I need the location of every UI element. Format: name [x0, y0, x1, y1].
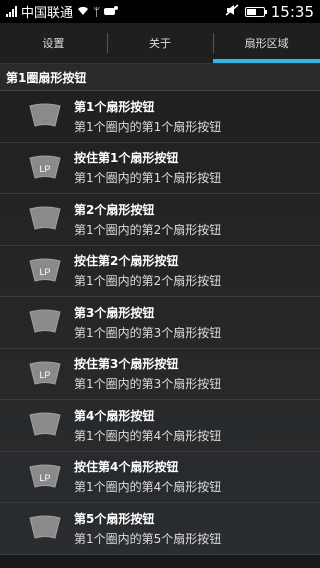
item-title: 按住第3个扇形按钮 [74, 357, 179, 372]
item-text: 第2个扇形按钮第1个圈内的第2个扇形按钮 [74, 201, 221, 238]
item-title: 第1个扇形按钮 [74, 99, 155, 114]
item-title: 按住第4个扇形按钮 [74, 460, 179, 475]
list-item[interactable]: 第3个扇形按钮第1个圈内的第3个扇形按钮 [0, 297, 320, 349]
item-subtitle: 第1个圈内的第4个扇形按钮 [74, 480, 222, 495]
item-title: 第5个扇形按钮 [74, 511, 155, 526]
item-text: 按住第1个扇形按钮第1个圈内的第1个扇形按钮 [74, 149, 221, 186]
tab-sector-area[interactable]: 扇形区域 [213, 23, 320, 63]
section-title: 第1圈扇形按钮 [6, 70, 87, 85]
item-subtitle: 第1个圈内的第2个扇形按钮 [74, 222, 222, 237]
tab-bar: 设置 关于 扇形区域 [0, 23, 320, 64]
tab-label: 设置 [42, 37, 65, 50]
item-text: 按住第2个扇形按钮第1个圈内的第2个扇形按钮 [74, 252, 221, 289]
item-text: 第5个扇形按钮第1个圈内的第5个扇形按钮 [74, 510, 221, 547]
sector-icon: LP [28, 258, 62, 284]
notification-icon [104, 5, 119, 19]
tab-about[interactable]: 关于 [106, 23, 214, 63]
sector-icon [28, 103, 62, 129]
sector-icon [28, 206, 62, 232]
list-item[interactable]: LP 按住第1个扇形按钮第1个圈内的第1个扇形按钮 [0, 143, 320, 194]
item-title: 第2个扇形按钮 [74, 202, 155, 217]
tab-settings[interactable]: 设置 [0, 23, 107, 63]
status-right: 15:35 [225, 3, 314, 21]
icon-label: LP [39, 370, 50, 380]
status-bar: 中国联通 ᛘ 15:35 [0, 0, 320, 23]
item-text: 按住第4个扇形按钮第1个圈内的第4个扇形按钮 [74, 458, 221, 495]
item-subtitle: 第1个圈内的第3个扇形按钮 [74, 325, 222, 340]
clock: 15:35 [270, 2, 314, 21]
sector-icon: LP [28, 155, 62, 181]
tab-label: 关于 [149, 37, 171, 50]
list-item[interactable]: 第1个扇形按钮第1个圈内的第1个扇形按钮 [0, 91, 320, 143]
icon-label: LP [39, 267, 50, 277]
item-title: 按住第1个扇形按钮 [74, 151, 179, 166]
list-item[interactable]: 第4个扇形按钮第1个圈内的第4个扇形按钮 [0, 400, 320, 452]
mute-icon [225, 3, 239, 20]
sector-button-list: 第1个扇形按钮 第1个圈内的第1个扇形按钮 LP 按住第1个扇形按钮 第1个圈内的第1个… [0, 91, 320, 555]
item-subtitle: 第1个圈内的第3个扇形按钮 [74, 377, 222, 392]
sector-icon: LP [28, 361, 62, 387]
icon-label: LP [39, 164, 50, 174]
item-title: 第4个扇形按钮 [74, 408, 155, 423]
item-text: 第3个扇形按钮第1个圈内的第3个扇形按钮 [74, 304, 221, 341]
item-title: 第3个扇形按钮 [74, 305, 155, 320]
sector-icon [28, 309, 62, 335]
item-subtitle: 第1个圈内的第1个扇形按钮 [74, 119, 222, 134]
item-subtitle: 第1个圈内的第5个扇形按钮 [74, 531, 222, 546]
item-subtitle: 第1个圈内的第2个扇形按钮 [74, 274, 222, 289]
item-subtitle: 第1个圈内的第4个扇形按钮 [74, 428, 222, 443]
item-text: 第1个扇形按钮第1个圈内的第1个扇形按钮 [74, 98, 221, 135]
usb-icon: ᛘ [93, 4, 101, 19]
list-item[interactable]: 第2个扇形按钮第1个圈内的第2个扇形按钮 [0, 194, 320, 246]
list-item[interactable]: 第5个扇形按钮第1个圈内的第5个扇形按钮 [0, 503, 320, 555]
list-item[interactable]: LP 按住第3个扇形按钮第1个圈内的第3个扇形按钮 [0, 349, 320, 400]
list-item[interactable]: LP 按住第4个扇形按钮第1个圈内的第4个扇形按钮 [0, 452, 320, 503]
tab-label: 扇形区域 [244, 37, 289, 50]
sector-icon: LP [28, 464, 62, 490]
item-text: 按住第3个扇形按钮第1个圈内的第3个扇形按钮 [74, 355, 221, 392]
sector-icon [28, 515, 62, 541]
icon-label: LP [39, 473, 50, 483]
wifi-icon [77, 5, 89, 19]
item-title: 按住第2个扇形按钮 [74, 254, 179, 269]
signal-icon [6, 6, 17, 17]
battery-icon [244, 6, 267, 17]
item-subtitle: 第1个圈内的第1个扇形按钮 [74, 171, 222, 186]
section-header: 第1圈扇形按钮 [0, 64, 320, 91]
carrier-label: 中国联通 [21, 6, 74, 21]
list-item[interactable]: LP 按住第2个扇形按钮第1个圈内的第2个扇形按钮 [0, 246, 320, 297]
status-left: 中国联通 ᛘ [6, 2, 225, 21]
sector-icon [28, 412, 62, 438]
item-text: 第4个扇形按钮第1个圈内的第4个扇形按钮 [74, 407, 221, 444]
